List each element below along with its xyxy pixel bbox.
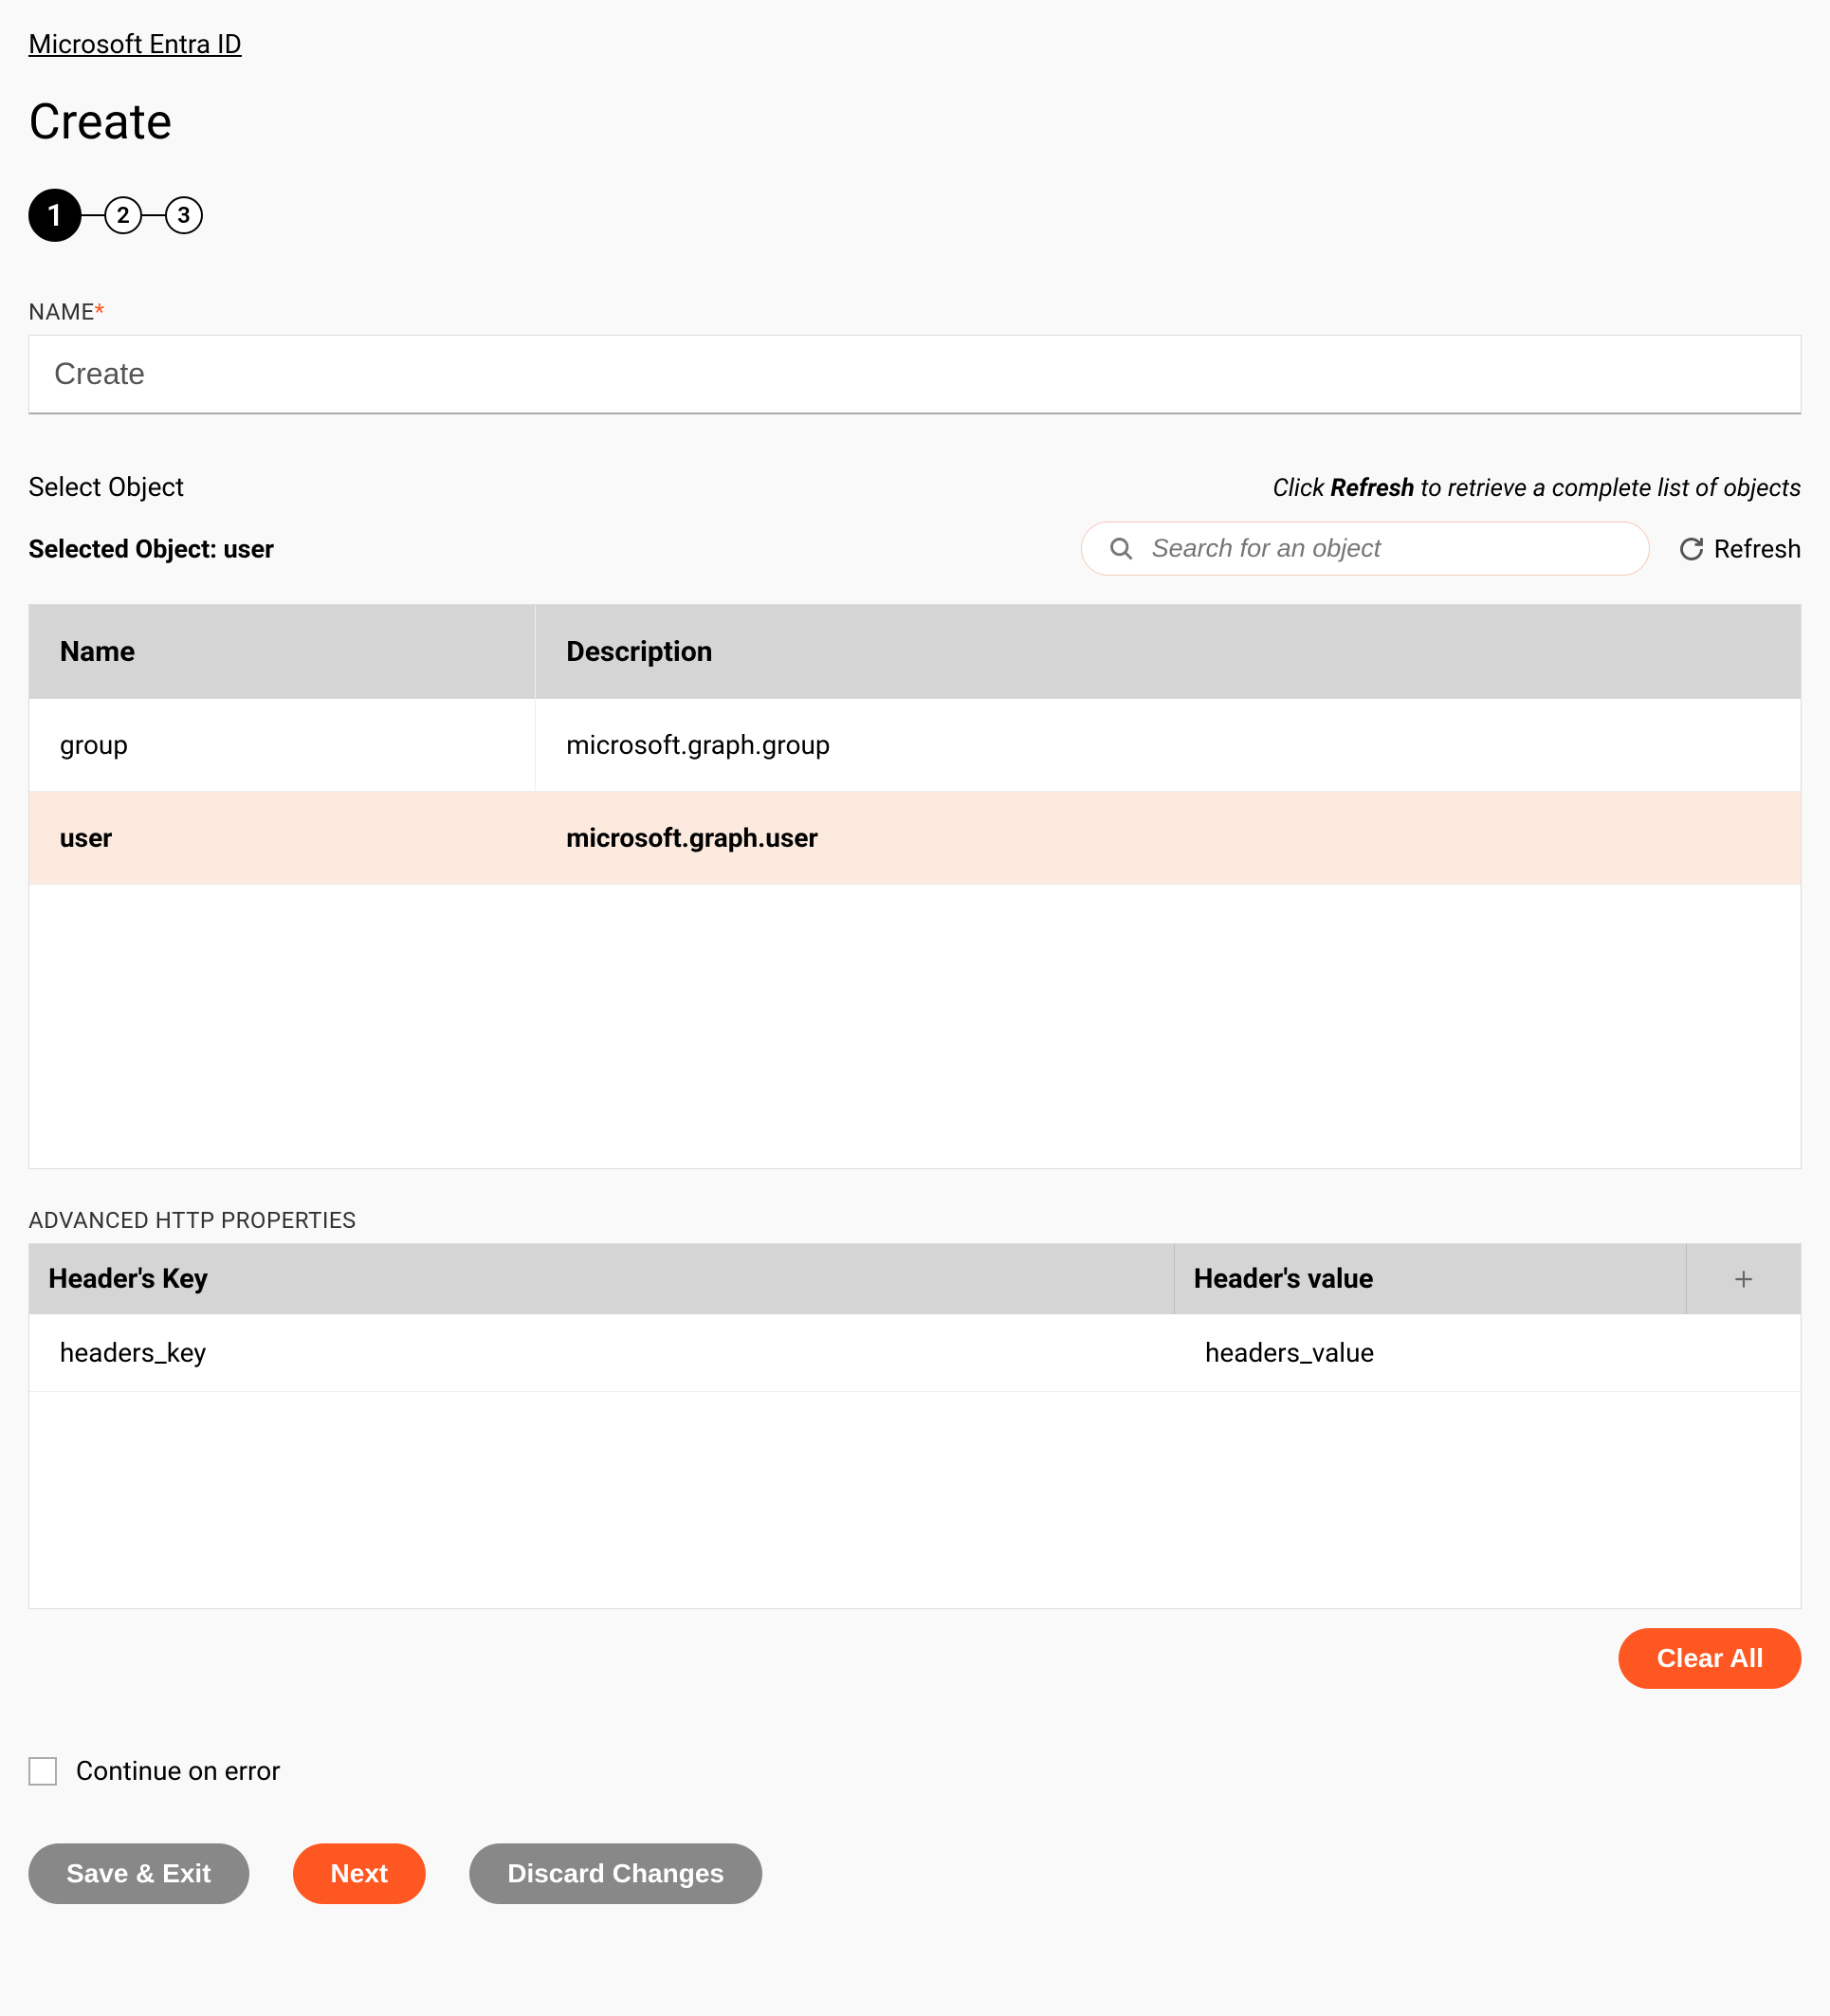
object-table: Name Description groupmicrosoft.graph.gr…	[28, 604, 1802, 1169]
hint-bold: Refresh	[1330, 474, 1415, 503]
name-field-label: NAME*	[28, 299, 1802, 325]
refresh-hint: Click Refresh to retrieve a complete lis…	[1272, 474, 1802, 503]
table-row[interactable]: groupmicrosoft.graph.group	[29, 699, 1801, 792]
hint-suffix: to retrieve a complete list of objects	[1415, 474, 1802, 503]
step-3[interactable]: 3	[165, 196, 203, 234]
continue-on-error-label: Continue on error	[76, 1755, 281, 1787]
http-table-body: headers_keyheaders_value	[29, 1314, 1801, 1608]
refresh-button[interactable]: Refresh	[1678, 534, 1802, 564]
next-button[interactable]: Next	[293, 1843, 427, 1904]
selected-value: user	[224, 534, 274, 564]
http-row[interactable]: headers_keyheaders_value	[29, 1314, 1801, 1392]
hint-prefix: Click	[1272, 474, 1330, 503]
discard-changes-button[interactable]: Discard Changes	[469, 1843, 762, 1904]
step-connector	[142, 214, 165, 216]
search-input[interactable]	[1152, 534, 1622, 563]
save-exit-button[interactable]: Save & Exit	[28, 1843, 249, 1904]
search-field[interactable]	[1081, 522, 1650, 576]
step-1[interactable]: 1	[28, 189, 82, 242]
name-input[interactable]	[28, 335, 1802, 414]
step-connector	[82, 214, 104, 216]
stepper: 1 2 3	[28, 189, 1802, 242]
object-table-header: Name Description	[29, 605, 1801, 699]
page-title: Create	[28, 93, 1802, 151]
col-header-value: Header's value	[1175, 1244, 1687, 1314]
http-table-header: Header's Key Header's value	[29, 1244, 1801, 1314]
cell-header-key: headers_key	[29, 1314, 1175, 1391]
refresh-label: Refresh	[1714, 534, 1802, 564]
col-header-key: Header's Key	[29, 1244, 1175, 1314]
cell-description: microsoft.graph.user	[536, 792, 1801, 884]
footer-actions: Save & Exit Next Discard Changes	[28, 1843, 1802, 1904]
refresh-icon	[1678, 536, 1705, 562]
selected-prefix: Selected Object:	[28, 534, 224, 564]
col-header-name: Name	[29, 605, 536, 699]
clear-all-button[interactable]: Clear All	[1619, 1628, 1802, 1689]
http-table: Header's Key Header's value headers_keyh…	[28, 1243, 1802, 1609]
selected-object-label: Selected Object: user	[28, 534, 1052, 564]
table-row[interactable]: usermicrosoft.graph.user	[29, 792, 1801, 885]
required-asterisk: *	[95, 299, 105, 325]
cell-actions	[1687, 1314, 1801, 1391]
col-header-description: Description	[536, 605, 1801, 699]
name-label-text: NAME	[28, 299, 95, 325]
step-2[interactable]: 2	[104, 196, 142, 234]
object-table-body: groupmicrosoft.graph.groupusermicrosoft.…	[29, 699, 1801, 1168]
add-header-button[interactable]	[1687, 1244, 1801, 1314]
cell-description: microsoft.graph.group	[536, 699, 1801, 791]
cell-name: user	[29, 792, 536, 884]
continue-on-error-checkbox[interactable]	[28, 1757, 57, 1786]
cell-header-value: headers_value	[1175, 1314, 1687, 1391]
search-icon	[1108, 536, 1135, 562]
cell-name: group	[29, 699, 536, 791]
breadcrumb-link[interactable]: Microsoft Entra ID	[28, 28, 1802, 60]
http-section-label: ADVANCED HTTP PROPERTIES	[28, 1207, 1802, 1234]
select-object-label: Select Object	[28, 471, 184, 503]
plus-icon	[1731, 1267, 1756, 1292]
